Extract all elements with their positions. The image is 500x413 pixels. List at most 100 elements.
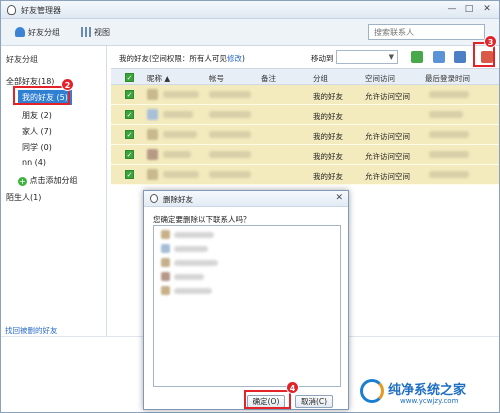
dialog-close-button[interactable]: ✕ xyxy=(335,193,343,203)
sidebar-item-family[interactable]: 家人 (7) xyxy=(22,126,52,137)
sidebar-item-friends[interactable]: 朋友 (2) xyxy=(22,110,52,121)
redacted-account xyxy=(209,171,251,178)
chevron-down-icon: ▼ xyxy=(388,53,394,61)
qq-penguin-icon xyxy=(150,194,158,203)
close-button[interactable]: ✕ xyxy=(479,3,495,16)
row-access: 允许访问空间 xyxy=(365,152,410,161)
row-group: 我的好友 xyxy=(313,132,343,141)
annotation-badge-4: 4 xyxy=(286,381,299,394)
row-access: 允许访问空间 xyxy=(365,92,410,101)
row-checkbox[interactable]: ✓ xyxy=(125,170,134,179)
search-input[interactable] xyxy=(368,24,485,40)
view-label: 视图 xyxy=(94,28,110,37)
redacted-last-login xyxy=(429,111,463,118)
add-contact-icon[interactable] xyxy=(433,51,445,63)
plus-icon: + xyxy=(18,177,27,186)
column-remark[interactable]: 备注 xyxy=(261,73,276,84)
people-icon xyxy=(15,27,25,37)
table-row[interactable]: ✓ 我的好友 允许访问空间 xyxy=(111,85,499,105)
view-button[interactable]: 视图 xyxy=(81,26,110,40)
site-watermark: 纯净系统之家 www.ycwjzy.com xyxy=(360,377,498,409)
table-row[interactable]: ✓ 我的好友 允许访问空间 xyxy=(111,165,499,185)
maximize-button[interactable]: □ xyxy=(461,3,477,16)
delete-friend-dialog: 删除好友 ✕ 您确定要删除以下联系人吗？ 确定(O) 取消(C) xyxy=(143,190,349,410)
header-prefix: 我的好友(空间权限：所有人可见 xyxy=(119,54,227,63)
avatar xyxy=(161,258,170,267)
watermark-title: 纯净系统之家 xyxy=(388,383,467,398)
table-row[interactable]: ✓ 我的好友 允许访问空间 xyxy=(111,145,499,165)
add-group-button[interactable]: + 点击添加分组 xyxy=(18,175,78,186)
manage-contact-icon[interactable] xyxy=(454,51,466,63)
move-to-label: 移动到 xyxy=(311,54,334,63)
annotation-highlight-my-friends xyxy=(13,86,70,105)
avatar xyxy=(147,89,158,100)
redacted-contact-name xyxy=(174,246,208,252)
row-checkbox[interactable]: ✓ xyxy=(125,90,134,99)
friend-group-button[interactable]: 好友分组 xyxy=(15,26,60,40)
row-checkbox[interactable]: ✓ xyxy=(125,110,134,119)
row-group: 我的好友 xyxy=(313,92,343,101)
row-access: 允许访问空间 xyxy=(365,132,410,141)
avatar xyxy=(161,272,170,281)
row-access: 允许访问空间 xyxy=(365,172,410,181)
minimize-button[interactable]: — xyxy=(444,3,460,16)
redacted-last-login xyxy=(429,171,469,178)
annotation-badge-2: 2 xyxy=(61,78,74,91)
friend-group-label: 好友分组 xyxy=(28,28,60,37)
cancel-button[interactable]: 取消(C) xyxy=(295,395,333,408)
column-space-access[interactable]: 空间访问 xyxy=(365,73,395,84)
redacted-nickname xyxy=(163,151,191,158)
table-header: ✓ 昵称 ▲ 帐号 备注 分组 空间访问 最后登录时间 xyxy=(111,68,499,85)
delete-contact-list[interactable] xyxy=(153,225,341,387)
sidebar-item-nn[interactable]: nn (4) xyxy=(22,158,46,167)
avatar xyxy=(161,286,170,295)
friend-table: ✓ 昵称 ▲ 帐号 备注 分组 空间访问 最后登录时间 ✓ 我的好友 允许访问空… xyxy=(111,68,499,185)
sidebar-heading: 好友分组 xyxy=(6,55,38,64)
qq-penguin-icon xyxy=(7,5,16,15)
row-group: 我的好友 xyxy=(313,152,343,161)
column-group[interactable]: 分组 xyxy=(313,73,328,84)
table-row[interactable]: ✓ 我的好友 xyxy=(111,105,499,125)
redacted-account xyxy=(209,111,251,118)
redacted-last-login xyxy=(429,151,469,158)
row-group: 我的好友 xyxy=(313,172,343,181)
avatar xyxy=(147,109,158,120)
redacted-account xyxy=(209,91,251,98)
sidebar-item-classmates[interactable]: 同学 (0) xyxy=(22,142,52,153)
column-last-login[interactable]: 最后登录时间 xyxy=(425,73,470,84)
column-nickname[interactable]: 昵称 ▲ xyxy=(147,73,170,84)
avatar xyxy=(147,129,158,140)
delete-confirm-question: 您确定要删除以下联系人吗？ xyxy=(153,215,251,224)
avatar xyxy=(161,230,170,239)
dialog-title: 删除好友 xyxy=(163,195,193,204)
redacted-contact-name xyxy=(174,260,218,266)
row-checkbox[interactable]: ✓ xyxy=(125,130,134,139)
redacted-nickname xyxy=(163,111,193,118)
table-row[interactable]: ✓ 我的好友 允许访问空间 xyxy=(111,125,499,145)
add-group-label: 点击添加分组 xyxy=(29,176,78,185)
annotation-highlight-confirm xyxy=(244,390,291,409)
export-icon[interactable] xyxy=(411,51,423,63)
sidebar-item-strangers[interactable]: 陌生人(1) xyxy=(6,192,41,203)
row-checkbox[interactable]: ✓ xyxy=(125,150,134,159)
watermark-url: www.ycwjzy.com xyxy=(400,397,459,405)
chart-bars-icon xyxy=(81,27,91,37)
recover-deleted-friends-link[interactable]: 找回被删的好友 xyxy=(5,325,58,336)
avatar xyxy=(147,149,158,160)
row-group: 我的好友 xyxy=(313,112,343,121)
redacted-contact-name xyxy=(174,288,212,294)
move-to-select[interactable]: ▼ xyxy=(336,50,398,64)
redacted-last-login xyxy=(429,131,469,138)
column-account[interactable]: 帐号 xyxy=(209,73,224,84)
avatar xyxy=(147,169,158,180)
select-all-checkbox[interactable]: ✓ xyxy=(125,73,134,82)
redacted-last-login xyxy=(429,91,469,98)
title-bar: 好友管理器 — □ ✕ xyxy=(1,1,499,19)
group-header: 我的好友(空间权限：所有人可见修改) 移动到 ▼ xyxy=(111,46,499,68)
redacted-contact-name xyxy=(174,232,214,238)
window-title: 好友管理器 xyxy=(21,6,61,15)
redacted-account xyxy=(209,131,251,138)
toolbar: 好友分组 视图 xyxy=(1,19,499,46)
redacted-nickname xyxy=(163,131,197,138)
edit-permission-link[interactable]: 修改 xyxy=(227,54,242,63)
